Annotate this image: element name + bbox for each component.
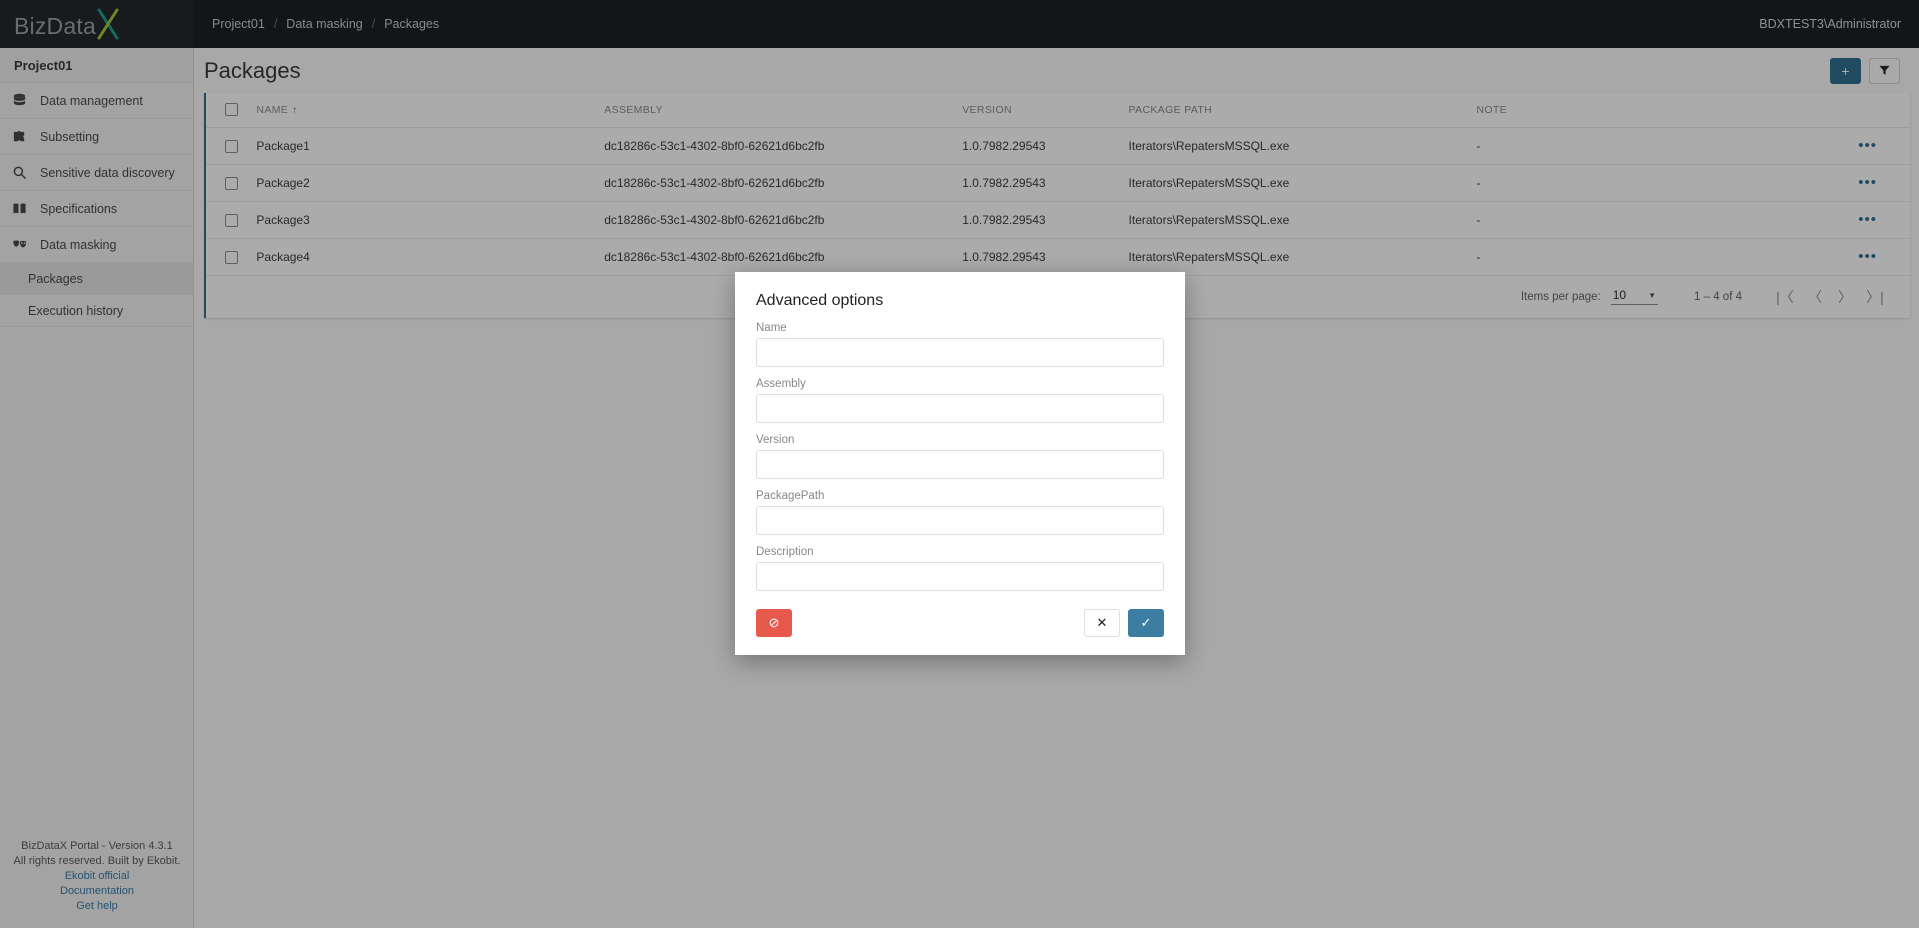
- cancel-button[interactable]: ✕: [1084, 609, 1120, 637]
- description-input[interactable]: [756, 562, 1164, 591]
- confirm-button[interactable]: ✓: [1128, 609, 1164, 637]
- field-label-name: Name: [756, 322, 787, 334]
- name-input[interactable]: [756, 338, 1164, 367]
- field-version: Version: [756, 434, 1164, 479]
- block-icon: ⊘: [768, 615, 780, 630]
- field-label-version: Version: [756, 434, 795, 446]
- version-input[interactable]: [756, 450, 1164, 479]
- field-label-description: Description: [756, 546, 814, 558]
- app-root: BizData Project01 / Data masking / Packa…: [0, 0, 1919, 928]
- field-description: Description: [756, 546, 1164, 591]
- dialog-actions: ⊘ ✕ ✓: [756, 609, 1164, 637]
- check-icon: ✓: [1140, 615, 1152, 630]
- field-package-path: PackagePath: [756, 490, 1164, 535]
- package-path-input[interactable]: [756, 506, 1164, 535]
- field-label-assembly: Assembly: [756, 378, 806, 390]
- assembly-input[interactable]: [756, 394, 1164, 423]
- close-icon: ✕: [1096, 615, 1108, 630]
- advanced-options-dialog: Advanced options Name Assembly Version P…: [735, 272, 1185, 655]
- clear-button[interactable]: ⊘: [756, 609, 792, 637]
- field-name: Name: [756, 322, 1164, 367]
- field-label-package-path: PackagePath: [756, 490, 825, 502]
- dialog-title: Advanced options: [756, 292, 884, 309]
- field-assembly: Assembly: [756, 378, 1164, 423]
